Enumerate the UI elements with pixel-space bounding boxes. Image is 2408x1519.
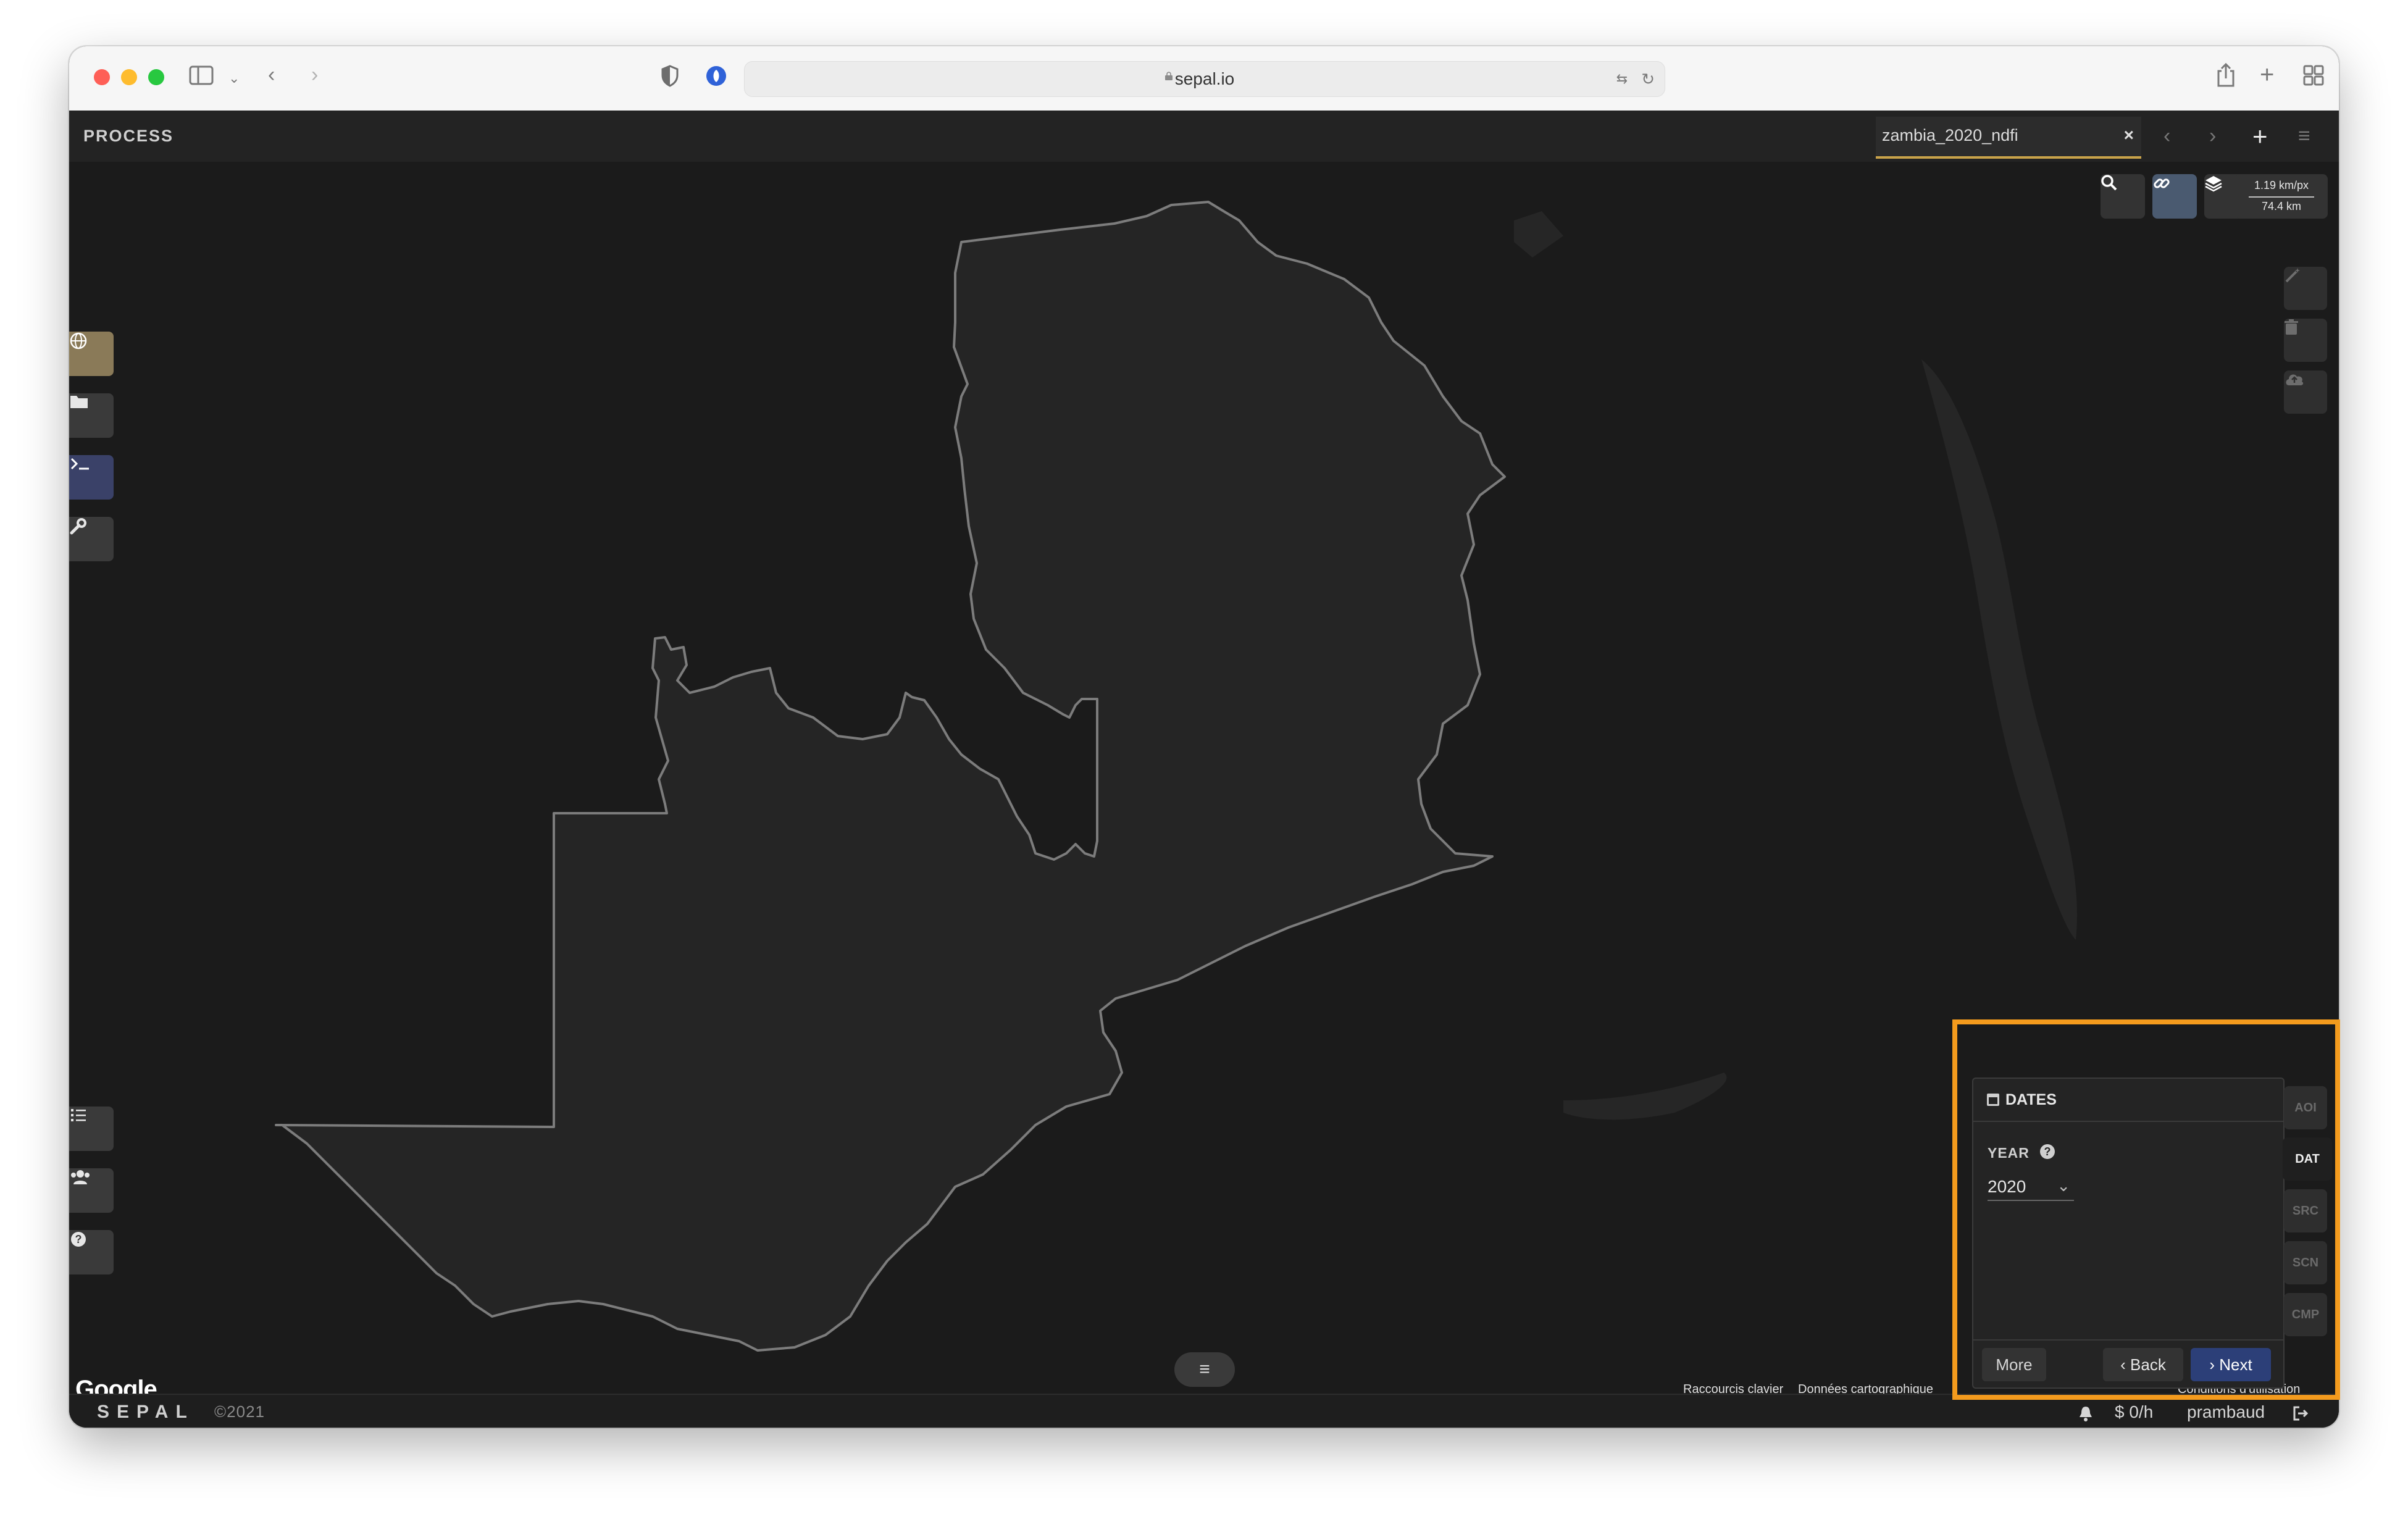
trash-icon[interactable]: [2284, 319, 2327, 362]
highlight-box: [1952, 1019, 2340, 1400]
users-icon[interactable]: [69, 1168, 114, 1213]
section-title: PROCESS: [83, 127, 174, 145]
sidebar-toggle-icon[interactable]: [189, 65, 214, 91]
zoom-window-button[interactable]: [148, 69, 164, 85]
add-tab-icon[interactable]: +: [2252, 111, 2268, 162]
brand-logo: SEPAL: [97, 1402, 194, 1422]
previous-tab-icon[interactable]: ‹: [2163, 111, 2170, 162]
browser-toolbar: ⌄ ‹ › sepal.io ⇆ ↻ +: [69, 46, 2339, 112]
link-icon[interactable]: [2152, 174, 2197, 219]
address-bar[interactable]: sepal.io ⇆ ↻: [744, 61, 1665, 97]
lake-kariba: [1563, 1073, 1727, 1120]
scale-distance: 74.4 km: [2261, 200, 2302, 212]
map-data-link[interactable]: Données cartographique: [1798, 1383, 1933, 1394]
app-header: PROCESS zambia_2020_ndfi ×: [69, 111, 2339, 163]
shield-icon[interactable]: [661, 65, 679, 93]
extension-icon[interactable]: [705, 65, 727, 93]
tasks-icon[interactable]: [69, 1107, 114, 1151]
zambia-country-outline[interactable]: [275, 201, 1506, 1352]
globe-icon[interactable]: [69, 332, 114, 376]
share-icon[interactable]: [2217, 62, 2235, 93]
minimize-window-button[interactable]: [121, 69, 137, 85]
back-arrow-icon[interactable]: ‹: [268, 62, 275, 87]
reload-icon[interactable]: ↻: [1641, 67, 1655, 91]
tab-close-icon[interactable]: ×: [2124, 117, 2134, 154]
recipe-menu-button[interactable]: ≡: [1174, 1352, 1235, 1387]
google-logo: Google: [75, 1376, 157, 1394]
copyright: ©2021: [214, 1402, 265, 1421]
new-tab-icon[interactable]: +: [2260, 62, 2274, 87]
scale-bar: [2249, 196, 2314, 198]
search-icon[interactable]: [2101, 174, 2145, 219]
menu-icon[interactable]: ≡: [2298, 111, 2310, 162]
close-window-button[interactable]: [94, 69, 110, 85]
folder-icon[interactable]: [69, 393, 114, 438]
chevron-down-icon[interactable]: ⌄: [228, 66, 240, 91]
terminal-icon[interactable]: [69, 455, 114, 500]
map-scale: 1.19 km/px 74.4 km: [2235, 174, 2328, 219]
lake-malawi: [1921, 359, 2077, 940]
lake-tanganyika: [1514, 211, 1563, 257]
svg-text:?: ?: [75, 1233, 82, 1245]
magic-wand-icon[interactable]: [2284, 267, 2327, 310]
recipe-tab[interactable]: zambia_2020_ndfi ×: [1876, 117, 2141, 159]
next-tab-icon[interactable]: ›: [2209, 111, 2216, 162]
scale-km-per-px: 1.19 km/px: [2254, 179, 2309, 191]
lock-icon: [1165, 72, 1173, 80]
keyboard-shortcuts-link[interactable]: Raccourcis clavier: [1683, 1383, 1783, 1394]
cloud-upload-icon[interactable]: [2284, 370, 2327, 414]
wrench-icon[interactable]: [69, 517, 114, 561]
tab-overview-icon[interactable]: [2303, 65, 2324, 91]
help-icon[interactable]: ?: [69, 1230, 114, 1274]
translate-icon[interactable]: ⇆: [1616, 67, 1628, 91]
url-text: sepal.io: [1174, 69, 1235, 88]
forward-arrow-icon[interactable]: ›: [311, 62, 318, 87]
recipe-tab-label: zambia_2020_ndfi: [1882, 126, 2018, 144]
